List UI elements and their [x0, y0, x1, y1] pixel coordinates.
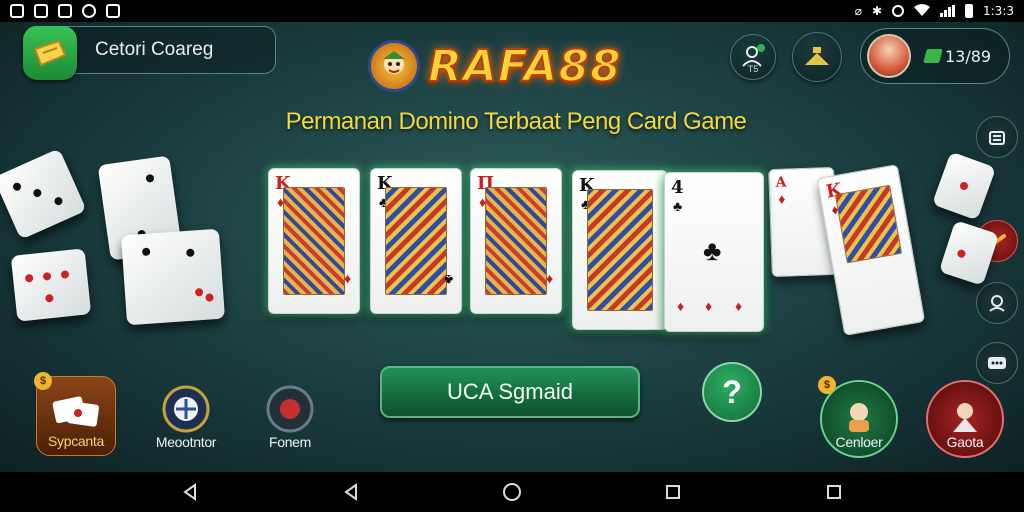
back-icon	[183, 483, 197, 501]
system-nav-bar	[0, 472, 1024, 512]
notifications-button[interactable]: T5	[730, 34, 776, 80]
playing-card[interactable]: K ♦ ♦	[268, 168, 360, 314]
card-rank: A	[775, 174, 787, 191]
card-face-art	[485, 187, 547, 295]
bottom-item-sypcanta[interactable]: Sypcanta $	[34, 372, 116, 456]
menu-button[interactable]	[976, 116, 1018, 158]
status-time: 1:3:3	[983, 4, 1014, 18]
help-icon: ?	[722, 373, 742, 410]
card-suit: ♣	[703, 235, 722, 266]
status-left	[10, 4, 120, 18]
bottom-label: Cenloer	[835, 434, 883, 450]
card-rank: 4	[671, 177, 684, 198]
main-action-button[interactable]: UCA Sgmaid	[380, 366, 640, 418]
profile-panel[interactable]: 13/89	[860, 28, 1010, 84]
coin-icon	[923, 49, 943, 63]
coin-balance: 13/89	[945, 46, 992, 66]
card-suit: ♦	[343, 272, 351, 288]
bottom-item-meootntor[interactable]: Meootntor	[146, 376, 226, 456]
ticket-icon	[23, 26, 77, 80]
card-face-art	[834, 184, 903, 264]
character-icon	[849, 403, 869, 432]
notifications-sub: T5	[747, 64, 759, 74]
playing-card[interactable]: Π ♦ ♦	[470, 168, 562, 314]
wifi-icon	[914, 3, 930, 19]
card-pip: ♦	[735, 298, 743, 314]
bottom-label: Gaota	[946, 434, 984, 450]
playing-card[interactable]: K ♣ ♣	[370, 168, 462, 314]
card-suit: ♦	[545, 272, 553, 288]
card-face-art	[283, 187, 345, 295]
playing-card[interactable]: K ♦	[816, 164, 926, 336]
battery-icon	[965, 4, 973, 18]
message-icon	[106, 4, 120, 18]
signal-icon	[940, 5, 955, 17]
nfc-icon: ⌀	[854, 4, 862, 18]
card-face-art	[587, 189, 653, 311]
die-decoration	[931, 151, 997, 221]
bottom-item-cenloer[interactable]: Cenloer $	[818, 376, 898, 458]
back-button[interactable]	[341, 482, 361, 502]
support-icon	[989, 295, 1005, 312]
mascot-icon	[368, 40, 420, 92]
playing-card[interactable]: 4 ♣ ♣ ♦ ♦ ♦	[664, 172, 764, 332]
recents-icon	[826, 485, 841, 499]
image-icon	[34, 4, 48, 18]
recents-button[interactable]	[824, 482, 844, 502]
die-decoration	[0, 148, 87, 240]
card-face-art	[385, 187, 447, 295]
bottom-label: Sypcanta	[48, 433, 104, 449]
cards-icon	[52, 396, 99, 427]
logo-text: RAFA88	[427, 40, 622, 93]
menu-icon	[989, 131, 1005, 145]
die-decoration	[120, 228, 226, 326]
home-button[interactable]	[502, 482, 522, 502]
card-suit: ♣	[673, 198, 683, 214]
bottom-label: Meootntor	[155, 434, 217, 450]
notification-icon	[10, 4, 24, 18]
bottom-label: Fonem	[268, 434, 312, 450]
card-suit: ♣	[443, 272, 453, 288]
chip-icon	[266, 385, 314, 433]
playing-card[interactable]: K ♣	[572, 170, 668, 330]
game-icon	[82, 4, 96, 18]
avatar-icon	[867, 34, 911, 78]
chat-button[interactable]	[976, 342, 1018, 384]
card-suit: ♦	[777, 190, 786, 207]
badge: $	[818, 376, 836, 394]
warrior-icon	[953, 403, 977, 432]
store-button[interactable]	[792, 32, 842, 82]
status-bar: ⌀ ✱ 1:3:3	[0, 0, 1024, 22]
promo-label: Cetori Coareg	[95, 39, 214, 60]
back-icon	[344, 483, 358, 501]
support-button[interactable]	[976, 282, 1018, 324]
back-button[interactable]	[180, 482, 200, 502]
home-icon	[502, 483, 521, 501]
logo: RAFA88	[368, 34, 660, 98]
game-lobby: Cetori Coareg RAFA88 Permanan Domino Ter…	[0, 22, 1024, 472]
bottom-item-gaota[interactable]: Gaota	[926, 380, 1004, 458]
help-button[interactable]: ?	[702, 362, 762, 422]
badge: $	[34, 372, 52, 390]
subtitle: Permanan Domino Terbaat Peng Card Game	[285, 108, 747, 135]
card-pip: ♦	[677, 298, 685, 314]
alarm-icon	[892, 5, 904, 17]
status-right: ⌀ ✱ 1:3:3	[854, 3, 1014, 19]
image-icon	[58, 4, 72, 18]
bottom-item-fonem[interactable]: Fonem	[250, 376, 330, 456]
main-action-label: UCA Sgmaid	[447, 379, 573, 404]
promo-banner[interactable]: Cetori Coareg	[23, 26, 276, 80]
medal-icon	[162, 385, 210, 433]
recents-button[interactable]	[663, 482, 683, 502]
recents-icon	[665, 485, 680, 499]
store-icon	[805, 47, 829, 65]
card-pip: ♦	[705, 298, 713, 314]
chat-icon	[988, 357, 1006, 369]
die-decoration	[10, 248, 92, 322]
bluetooth-icon: ✱	[871, 4, 882, 18]
